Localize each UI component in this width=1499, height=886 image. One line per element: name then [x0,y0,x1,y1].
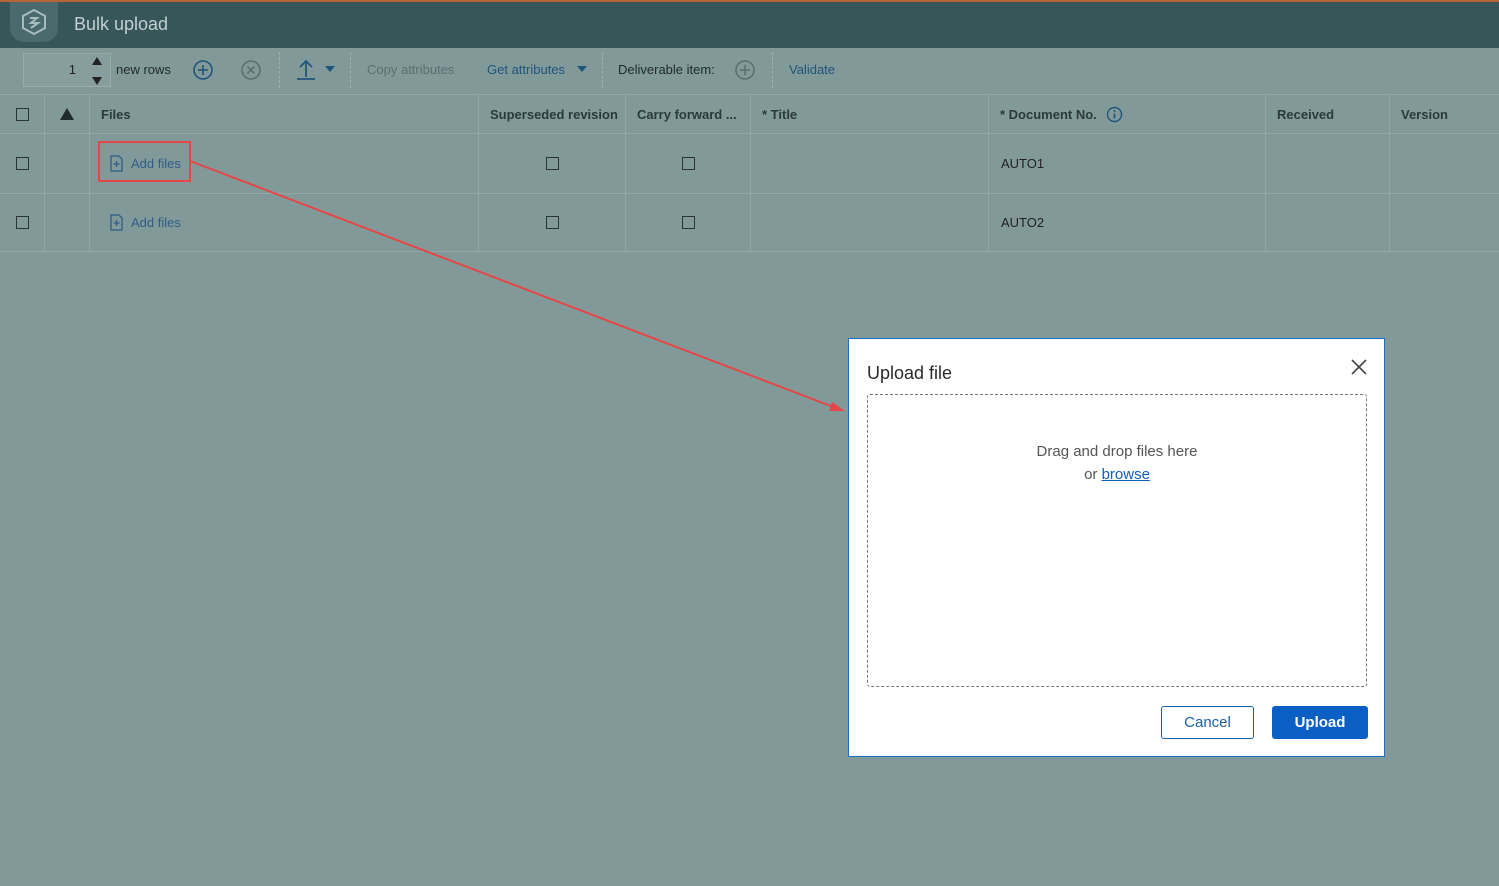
superseded-revision-column-header[interactable]: Superseded revision [479,95,626,133]
get-attributes-button[interactable]: Get attributes [487,62,565,77]
add-row-icon[interactable] [192,59,214,81]
superseded-revision-checkbox[interactable] [545,157,559,170]
warning-icon [60,108,74,120]
toolbar-divider [602,52,603,88]
app-title: Bulk upload [74,14,169,34]
warning-column-header [45,95,90,133]
title-bar: Bulk upload [0,0,1499,48]
file-drop-zone[interactable]: Drag and drop files here or browse [867,394,1367,687]
remove-row-icon[interactable] [240,59,262,81]
copy-attributes-button[interactable]: Copy attributes [367,62,454,77]
upload-icon[interactable] [294,58,318,82]
annotation-highlight-box [98,141,191,182]
version-cell[interactable] [1390,194,1499,251]
add-files-link[interactable]: Add files [90,214,181,231]
version-cell[interactable] [1390,134,1499,193]
upload-button[interactable]: Upload [1272,706,1368,739]
document-no-cell[interactable]: AUTO2 [989,194,1266,251]
toolbar-divider [350,52,351,88]
new-rows-label: new rows [116,62,171,77]
title-column-header[interactable]: * Title [751,95,989,133]
row-select-checkbox[interactable] [15,157,29,170]
select-all-cell [0,95,45,133]
add-deliverable-item-icon[interactable] [734,59,756,81]
close-icon[interactable] [1347,355,1371,379]
toolbar-divider [772,52,773,88]
or-text: or [1084,466,1098,483]
table-header-row: Files Superseded revision Carry forward … [0,95,1499,134]
received-cell[interactable] [1266,134,1390,193]
toolbar-divider [279,52,280,88]
version-column-header[interactable]: Version [1390,95,1499,133]
received-cell[interactable] [1266,194,1390,251]
toolbar: 1 new rows Copy attributes Get attribute… [0,48,1499,94]
title-cell[interactable] [751,194,989,251]
files-column-header[interactable]: Files [90,95,479,133]
get-attributes-dropdown-icon[interactable] [576,65,588,73]
browse-link[interactable]: browse [1102,466,1150,483]
stepper-down-icon[interactable] [92,77,102,85]
add-file-icon [110,214,123,231]
document-no-header-label: * Document No. [1000,106,1097,122]
drop-instructions: Drag and drop files here [1036,443,1198,460]
files-cell: Add files [90,194,479,251]
new-rows-stepper[interactable]: 1 [23,53,111,87]
superseded-revision-checkbox[interactable] [545,216,559,229]
document-no-cell[interactable]: AUTO1 [989,134,1266,193]
cancel-button[interactable]: Cancel [1161,706,1254,739]
row-select-checkbox[interactable] [15,216,29,229]
carry-forward-column-header[interactable]: Carry forward ... [626,95,751,133]
dialog-title: Upload file [867,363,953,383]
deliverable-item-label: Deliverable item: [618,62,715,77]
upload-file-dialog: Upload file Drag and drop files here or … [848,338,1385,757]
app-logo-icon [10,2,58,42]
validate-button[interactable]: Validate [789,62,835,77]
title-cell[interactable] [751,134,989,193]
select-all-checkbox[interactable] [15,107,29,121]
carry-forward-checkbox[interactable] [681,157,695,170]
table-row: Add files AUTO1 [0,134,1499,194]
info-icon[interactable] [1106,106,1123,123]
carry-forward-checkbox[interactable] [681,216,695,229]
new-rows-value[interactable]: 1 [24,62,76,77]
bulk-upload-table: Files Superseded revision Carry forward … [0,94,1499,252]
document-no-column-header[interactable]: * Document No. [989,95,1266,133]
received-column-header[interactable]: Received [1266,95,1390,133]
upload-dropdown-icon[interactable] [324,65,336,73]
stepper-up-icon[interactable] [92,57,102,65]
warning-cell [45,134,90,193]
add-files-label: Add files [131,215,181,230]
warning-cell [45,194,90,251]
table-row: Add files AUTO2 [0,194,1499,252]
browse-line: or browse [868,466,1366,483]
